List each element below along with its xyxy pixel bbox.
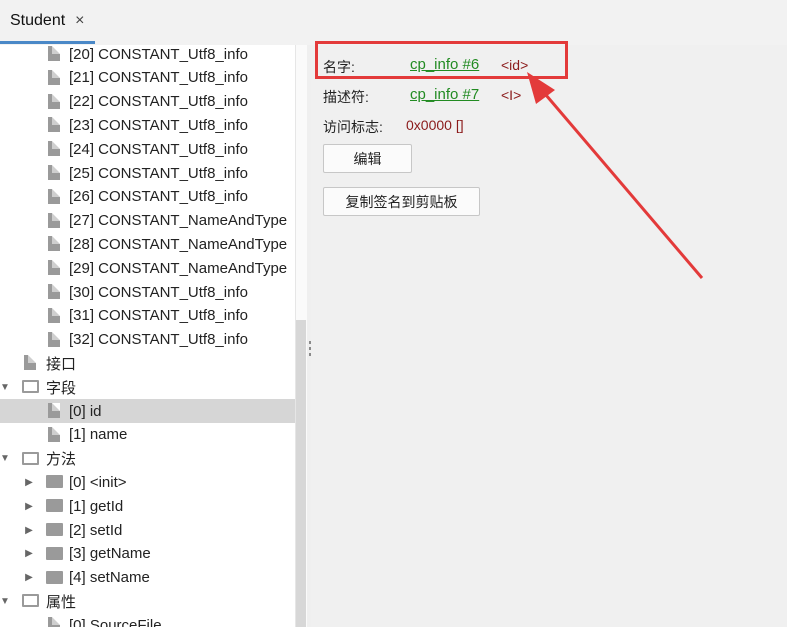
annotation-arrow xyxy=(527,72,704,279)
annotation-arrow-shaft xyxy=(538,87,704,279)
